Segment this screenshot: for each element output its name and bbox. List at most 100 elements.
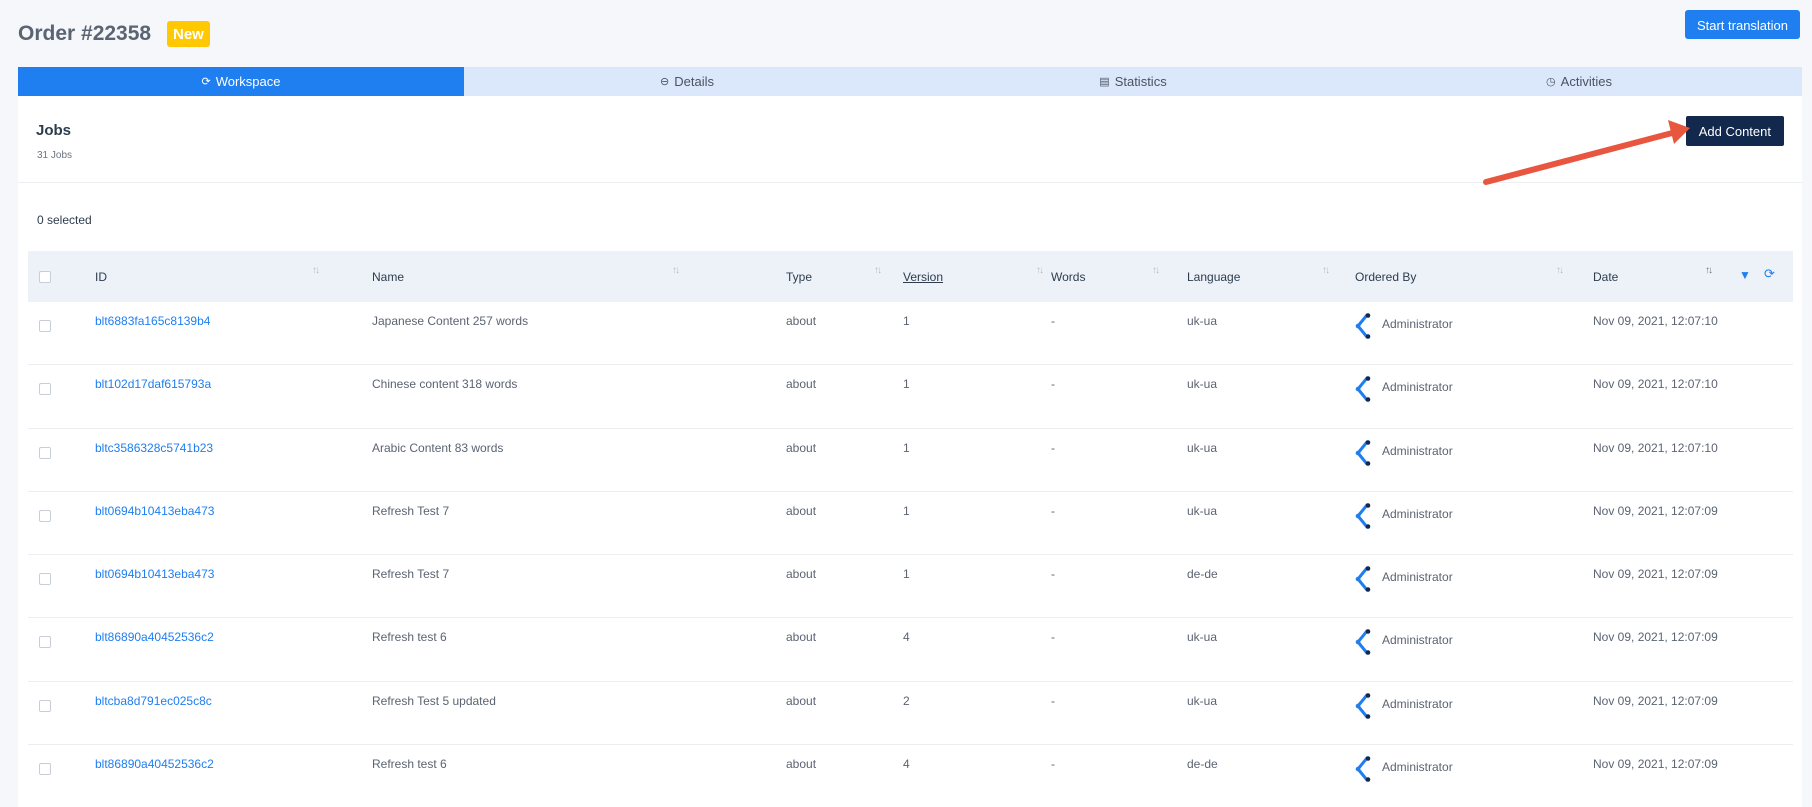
column-header-words[interactable]: Words xyxy=(1051,251,1085,302)
job-version: 1 xyxy=(903,377,910,392)
job-name: Refresh Test 7 xyxy=(372,567,450,582)
job-language: de-de xyxy=(1187,567,1218,582)
start-translation-button[interactable]: Start translation xyxy=(1684,10,1800,39)
job-name: Chinese content 318 words xyxy=(372,377,518,392)
job-ordered-by: Administrator xyxy=(1382,696,1453,711)
tab-label: Workspace xyxy=(215,74,281,89)
column-header-name[interactable]: Name xyxy=(372,251,404,302)
job-language: uk-ua xyxy=(1187,377,1218,392)
table-row[interactable]: bltcba8d791ec025c8c Refresh Test 5 update… xyxy=(28,682,1793,746)
job-id-link[interactable]: bltcba8d791ec025c8c xyxy=(95,694,212,708)
column-header-type[interactable]: Type xyxy=(786,251,812,302)
job-language: uk-ua xyxy=(1187,630,1218,645)
filter-icon[interactable]: ▼ xyxy=(1739,268,1751,282)
job-date: Nov 09, 2021, 12:07:10 xyxy=(1593,314,1718,328)
job-ordered-by: Administrator xyxy=(1382,317,1453,331)
page-header: Order #22358 New Start translation xyxy=(18,10,1802,66)
tab-activities[interactable]: ◷ Activities xyxy=(1356,67,1802,96)
jobs-count: 31 Jobs xyxy=(37,150,73,161)
job-type: about xyxy=(786,693,817,708)
row-checkbox[interactable] xyxy=(39,509,51,522)
table-row[interactable]: blt0694b10413eba473 Refresh Test 7 about 1 -… xyxy=(28,492,1793,556)
tab-label: Statistics xyxy=(1114,74,1167,89)
tab-label: Details xyxy=(674,74,714,89)
tab-details[interactable]: ⊖ Details xyxy=(464,67,910,96)
job-words: - xyxy=(1051,567,1055,582)
workspace-panel: Jobs 31 Jobs Add Content 0 selected ID ↑… xyxy=(18,96,1802,807)
row-checkbox[interactable] xyxy=(39,320,51,332)
sort-icon[interactable]: ↑↓ xyxy=(1036,265,1044,276)
job-version: 1 xyxy=(903,440,910,455)
job-id-link[interactable]: blt0694b10413eba473 xyxy=(95,567,214,581)
job-id-link[interactable]: blt6883fa165c8139b4 xyxy=(95,314,210,328)
jobs-table: ID ↑↓ Name ↑↓ Type ↑↓ Version ↑↓ Words ↑… xyxy=(28,251,1793,807)
job-type: about xyxy=(786,377,817,392)
column-header-id[interactable]: ID xyxy=(95,251,107,302)
refresh-icon[interactable]: ⟳ xyxy=(1764,266,1775,282)
sort-icon[interactable]: ↑↓ xyxy=(874,265,882,276)
table-row[interactable]: blt102d17daf615793a Chinese content 318 w… xyxy=(28,365,1793,429)
job-words: - xyxy=(1051,377,1055,392)
job-date: Nov 09, 2021, 12:07:10 xyxy=(1593,440,1718,455)
user-avatar-icon xyxy=(1355,566,1371,592)
table-row[interactable]: blt86890a40452536c2 Refresh test 6 about 4 -… xyxy=(28,618,1793,682)
job-id-link[interactable]: blt102d17daf615793a xyxy=(95,377,211,391)
table-row[interactable]: blt6883fa165c8139b4 Japanese Content 257 … xyxy=(28,302,1793,366)
job-type: about xyxy=(786,440,817,455)
row-checkbox[interactable] xyxy=(39,573,51,586)
table-row[interactable]: blt86890a40452536c2 Refresh test 6 about 4 -… xyxy=(28,745,1793,807)
row-checkbox[interactable] xyxy=(39,383,51,396)
jobs-heading: Jobs xyxy=(36,122,72,139)
job-date: Nov 09, 2021, 12:07:10 xyxy=(1593,377,1718,392)
job-id-link[interactable]: blt0694b10413eba473 xyxy=(95,504,214,518)
job-ordered-by: Administrator xyxy=(1382,633,1453,648)
table-header: ID ↑↓ Name ↑↓ Type ↑↓ Version ↑↓ Words ↑… xyxy=(28,251,1793,302)
table-row[interactable]: bltc3586328c5741b23 Arabic Content 83 wor… xyxy=(28,429,1793,492)
job-date: Nov 09, 2021, 12:07:09 xyxy=(1593,757,1718,772)
column-header-language[interactable]: Language xyxy=(1187,251,1240,302)
job-version: 1 xyxy=(903,503,910,518)
job-language: uk-ua xyxy=(1187,440,1218,455)
job-name: Refresh test 6 xyxy=(372,757,447,772)
sort-desc-icon[interactable]: ↑↓ xyxy=(1705,265,1713,276)
job-id-link[interactable]: bltc3586328c5741b23 xyxy=(95,441,213,455)
job-type: about xyxy=(786,567,817,582)
job-version: 1 xyxy=(903,567,910,582)
sort-icon[interactable]: ↑↓ xyxy=(1152,265,1160,276)
sort-icon[interactable]: ↑↓ xyxy=(672,265,680,276)
sort-icon[interactable]: ↑↓ xyxy=(1556,265,1564,276)
row-checkbox[interactable] xyxy=(39,446,51,459)
tab-label: Activities xyxy=(1560,74,1612,89)
column-header-date[interactable]: Date xyxy=(1593,251,1618,302)
column-header-ordered-by[interactable]: Ordered By xyxy=(1355,251,1416,302)
column-header-version[interactable]: Version xyxy=(903,251,943,302)
job-words: - xyxy=(1051,630,1055,645)
user-avatar-icon xyxy=(1355,376,1371,403)
job-id-link[interactable]: blt86890a40452536c2 xyxy=(95,630,214,644)
job-ordered-by: Administrator xyxy=(1382,380,1453,395)
select-all-checkbox[interactable] xyxy=(39,271,51,283)
table-row[interactable]: blt0694b10413eba473 Refresh Test 7 about 1 -… xyxy=(28,555,1793,619)
job-ordered-by: Administrator xyxy=(1382,506,1453,521)
sort-icon[interactable]: ↑↓ xyxy=(1322,265,1330,276)
job-name: Refresh Test 7 xyxy=(372,503,450,518)
job-words: - xyxy=(1051,693,1055,708)
user-avatar-icon xyxy=(1355,313,1371,339)
user-avatar-icon xyxy=(1355,756,1371,782)
job-name: Arabic Content 83 words xyxy=(372,440,504,455)
job-version: 1 xyxy=(903,314,910,328)
tab-statistics[interactable]: ▤ Statistics xyxy=(910,67,1356,96)
row-checkbox[interactable] xyxy=(39,636,51,649)
row-checkbox[interactable] xyxy=(39,699,51,712)
job-id-link[interactable]: blt86890a40452536c2 xyxy=(95,757,214,771)
tab-workspace[interactable]: ⟳ Workspace xyxy=(18,67,464,96)
job-type: about xyxy=(786,757,817,772)
job-words: - xyxy=(1051,757,1055,772)
job-words: - xyxy=(1051,314,1055,328)
row-checkbox[interactable] xyxy=(39,763,51,776)
sort-icon[interactable]: ↑↓ xyxy=(312,265,320,276)
minus-circle-icon: ⊖ xyxy=(660,76,670,88)
job-ordered-by: Administrator xyxy=(1382,760,1453,775)
selection-count: 0 selected xyxy=(37,213,92,227)
job-version: 4 xyxy=(903,757,910,772)
